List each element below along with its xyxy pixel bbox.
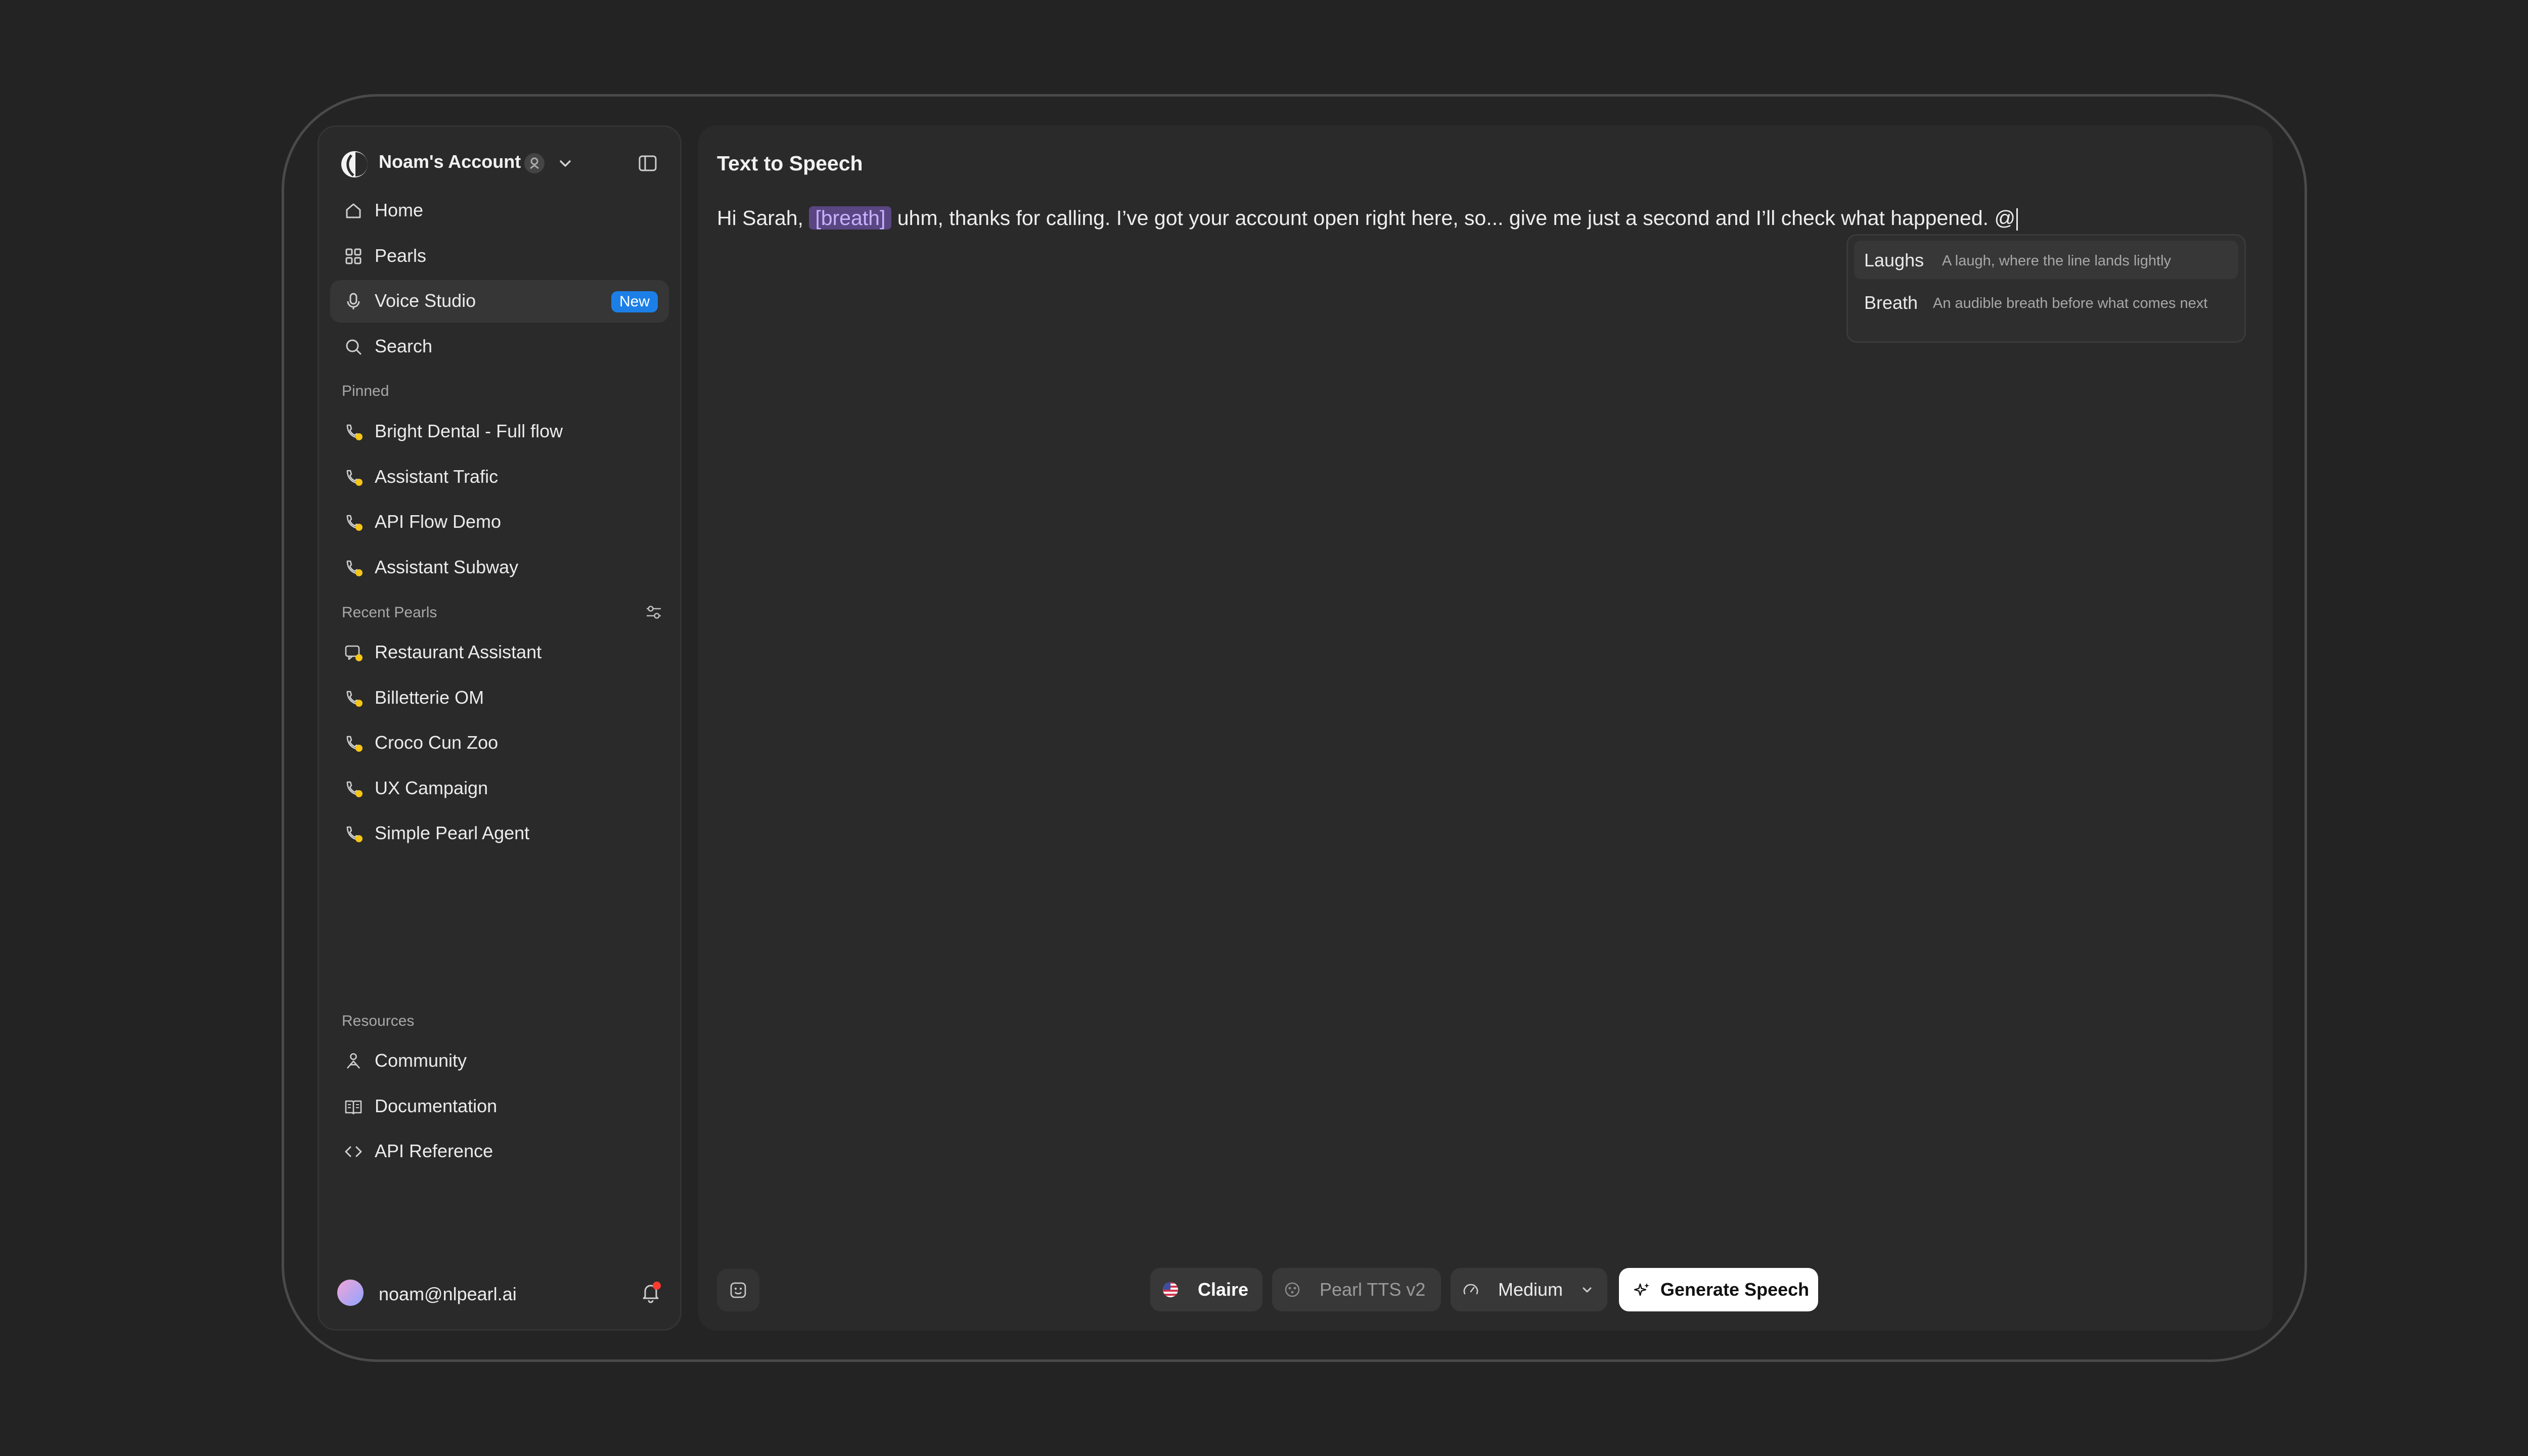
phone-call-icon: [346, 736, 363, 752]
sidebar: Noam's Account Home Pearls Voice Studio …: [318, 125, 682, 1331]
recent-item[interactable]: UX Campaign: [330, 767, 669, 810]
text-caret: [2016, 208, 2018, 231]
nav-label: Voice Studio: [375, 290, 476, 311]
sidebar-toggle-icon[interactable]: [637, 152, 659, 174]
page-title: Text to Speech: [717, 152, 863, 175]
pinned-item[interactable]: Assistant Subway: [330, 547, 669, 589]
pinned-item[interactable]: Assistant Trafic: [330, 456, 669, 498]
resources-heading: Resources: [342, 1013, 415, 1029]
recent-item[interactable]: Croco Cun Zoo: [330, 722, 669, 764]
generate-speech-button[interactable]: Generate Speech: [1619, 1268, 1818, 1311]
account-name: Noam's Account: [379, 151, 521, 172]
recent-item[interactable]: Restaurant Assistant: [330, 631, 669, 674]
suggestion-desc: An audible breath before what comes next: [1933, 295, 2208, 311]
resource-item-community[interactable]: Community: [330, 1040, 669, 1082]
nav-item-pearls[interactable]: Pearls: [330, 235, 669, 278]
code-icon: [345, 1146, 362, 1157]
phone-call-icon: [346, 560, 363, 576]
phone-call-icon: [346, 515, 363, 531]
notification-bell-icon[interactable]: [639, 1281, 663, 1305]
suggestion-label: Laughs: [1864, 250, 1924, 270]
user-profile[interactable]: noam@nlpearl.ai: [337, 1278, 595, 1308]
nav-item-voice-studio[interactable]: Voice Studio New: [330, 280, 669, 323]
sparkle-icon: [1634, 1283, 1649, 1296]
us-flag-icon: [1163, 1282, 1178, 1297]
nav-label: Home: [375, 200, 424, 220]
phone-call-icon: [346, 826, 363, 842]
search-icon: [346, 339, 362, 355]
suggestion-desc: A laugh, where the line lands lightly: [1942, 253, 2172, 269]
recent-pearls-heading: Recent Pearls: [342, 604, 437, 621]
resource-item-documentation[interactable]: Documentation: [330, 1085, 669, 1128]
community-icon: [347, 1053, 360, 1069]
chat-bubble-icon: [345, 645, 363, 661]
phone-call-icon: [346, 781, 363, 797]
nav-item-home[interactable]: Home: [330, 190, 669, 232]
phone-call-icon: [346, 470, 363, 486]
book-icon: [345, 1100, 362, 1115]
add-tag-button[interactable]: [717, 1269, 759, 1311]
suggestion-item-breath[interactable]: Breath An audible breath before what com…: [1854, 283, 2238, 322]
recent-item[interactable]: Simple Pearl Agent: [330, 812, 669, 855]
phone-call-icon: [346, 424, 363, 440]
main-panel: Text to Speech Hi Sarah, [breath] uhm, t…: [698, 125, 2273, 1331]
breath-tag[interactable]: [breath]: [809, 206, 892, 230]
microphone-icon: [347, 293, 360, 309]
suggestion-item-laughs[interactable]: Laughs A laugh, where the line lands lig…: [1854, 241, 2238, 279]
resource-item-api-reference[interactable]: API Reference: [330, 1130, 669, 1173]
nav-label: Search: [375, 336, 433, 356]
new-badge: New: [611, 291, 658, 312]
model-icon: [1285, 1282, 1300, 1297]
pinned-item[interactable]: API Flow Demo: [330, 501, 669, 543]
chevron-down-icon[interactable]: [557, 155, 574, 172]
pinned-heading: Pinned: [342, 383, 389, 399]
text-editor[interactable]: Hi Sarah, [breath] uhm, thanks for calli…: [717, 206, 2018, 231]
model-selector[interactable]: Pearl TTS v2: [1272, 1268, 1441, 1311]
filter-icon[interactable]: [644, 602, 664, 622]
suggestion-label: Breath: [1864, 292, 1918, 313]
tag-suggestion-menu: Laughs A laugh, where the line lands lig…: [1846, 234, 2246, 343]
emoji-icon: [730, 1282, 746, 1298]
grid-icon: [345, 248, 362, 264]
avatar: [337, 1280, 364, 1306]
speed-selector[interactable]: Medium: [1451, 1268, 1607, 1311]
nav-item-search[interactable]: Search: [330, 326, 669, 368]
editor-text: uhm, thanks for calling. I’ve got your a…: [891, 206, 2016, 230]
model-name: Pearl TTS v2: [1320, 1279, 1426, 1300]
recent-item[interactable]: Billetterie OM: [330, 677, 669, 719]
home-icon: [346, 203, 361, 218]
speedometer-icon: [1463, 1284, 1478, 1295]
account-switcher[interactable]: Noam's Account: [379, 151, 521, 172]
voice-selector[interactable]: Claire: [1150, 1268, 1262, 1311]
speed-value: Medium: [1498, 1279, 1563, 1300]
phone-call-icon: [346, 691, 363, 707]
account-badge-icon: [524, 153, 545, 173]
logo-icon: [341, 151, 368, 177]
pinned-item[interactable]: Bright Dental - Full flow: [330, 411, 669, 453]
nav-label: Pearls: [375, 245, 427, 266]
chevron-down-icon: [1583, 1287, 1592, 1293]
user-email: noam@nlpearl.ai: [379, 1284, 517, 1304]
generate-speech-label: Generate Speech: [1660, 1279, 1810, 1300]
voice-name: Claire: [1198, 1279, 1249, 1300]
editor-text: Hi Sarah,: [717, 206, 809, 230]
